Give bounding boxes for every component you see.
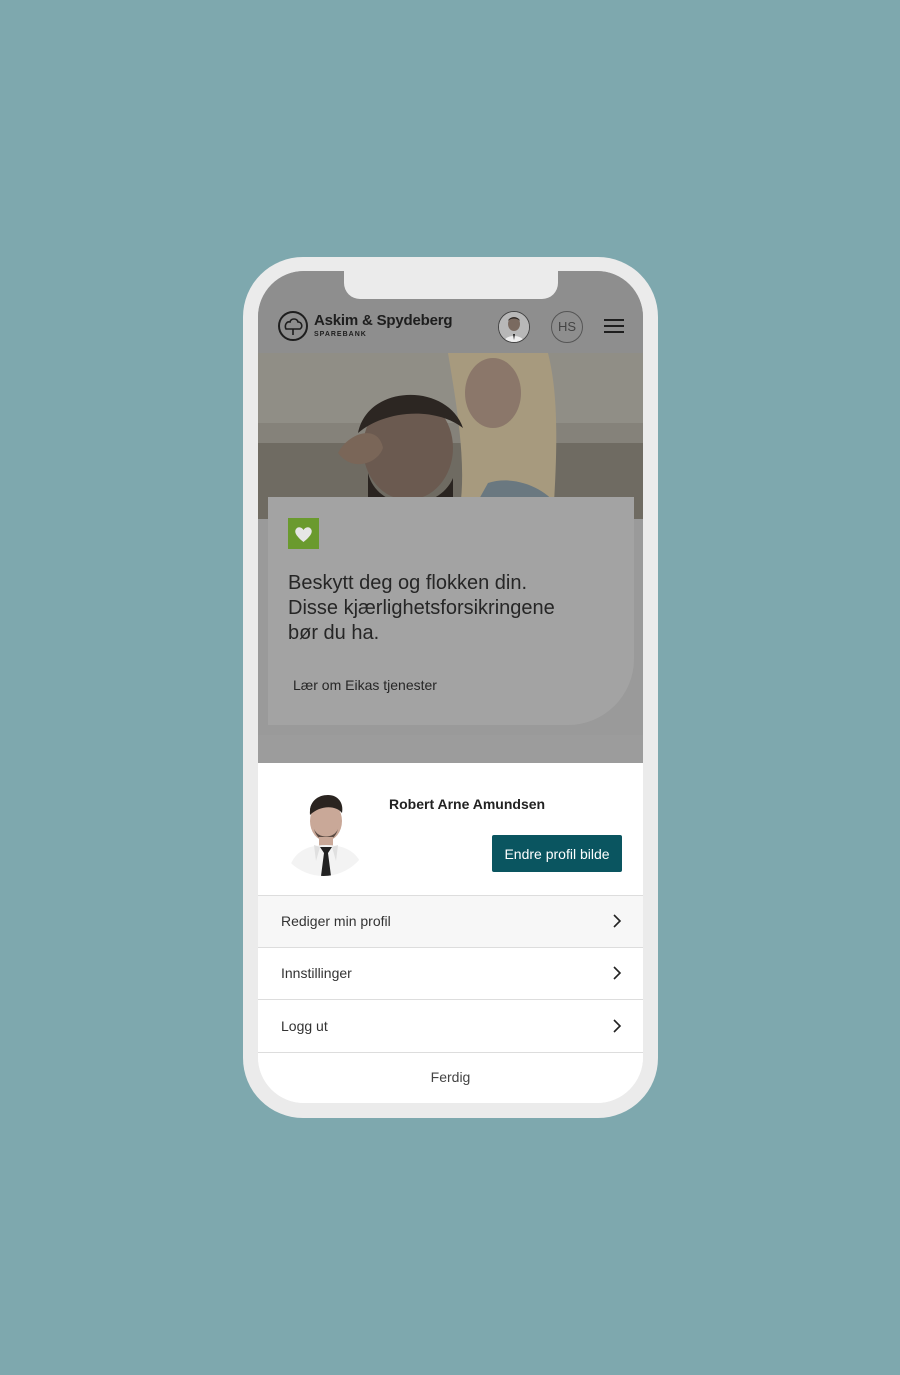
promo-title-line: Beskytt deg og flokken din. <box>288 572 528 594</box>
menu-item-edit-profile[interactable]: Rediger min profil <box>258 896 643 948</box>
app-content-strip <box>258 735 643 763</box>
couple-photo <box>258 353 643 519</box>
done-button[interactable]: Ferdig <box>258 1052 643 1102</box>
menu-item-label: Rediger min profil <box>281 913 391 929</box>
phone-notch <box>344 271 558 299</box>
profile-section: Robert Arne Amundsen Endre profil bilde <box>258 763 643 896</box>
menu-item-label: Logg ut <box>281 1018 328 1034</box>
promo-link[interactable]: Lær om Eikas tjenester <box>293 677 437 693</box>
menu-item-logout[interactable]: Logg ut <box>258 1001 643 1053</box>
bank-name: Askim & Spydeberg <box>314 312 453 329</box>
chevron-right-icon <box>613 914 622 928</box>
secondary-profile-initials[interactable]: HS <box>551 311 583 343</box>
phone-frame: Askim & Spydeberg SPAREBANK HS Beskytt d… <box>243 257 658 1118</box>
promo-title-line: bør du ha. <box>288 622 380 644</box>
person-photo-icon <box>499 312 529 342</box>
profile-photo <box>276 781 371 876</box>
hero-image <box>258 353 643 519</box>
promo-card: Beskytt deg og flokken din. Disse kjærli… <box>268 497 634 725</box>
menu-item-label: Innstillinger <box>281 965 352 981</box>
phone-screen: Askim & Spydeberg SPAREBANK HS Beskytt d… <box>258 271 643 1103</box>
promo-title: Beskytt deg og flokken din. Disse kjærli… <box>288 571 608 646</box>
menu-item-settings[interactable]: Innstillinger <box>258 948 643 1000</box>
chevron-right-icon <box>613 1019 622 1033</box>
heart-icon <box>288 518 319 549</box>
profile-name: Robert Arne Amundsen <box>389 796 546 812</box>
change-profile-photo-button[interactable]: Endre profil bilde <box>492 835 622 872</box>
dimmed-app-background: Askim & Spydeberg SPAREBANK HS Beskytt d… <box>258 271 643 763</box>
chevron-right-icon <box>613 966 622 980</box>
promo-title-line: Disse kjærlighetsforsikringene <box>288 597 555 619</box>
bank-logo-icon <box>278 311 308 341</box>
user-avatar[interactable] <box>498 311 530 343</box>
person-photo-icon <box>276 781 371 876</box>
bank-subtitle: SPAREBANK <box>314 331 367 338</box>
menu-icon[interactable] <box>604 319 624 333</box>
profile-sheet: Robert Arne Amundsen Endre profil bilde … <box>258 763 643 1103</box>
